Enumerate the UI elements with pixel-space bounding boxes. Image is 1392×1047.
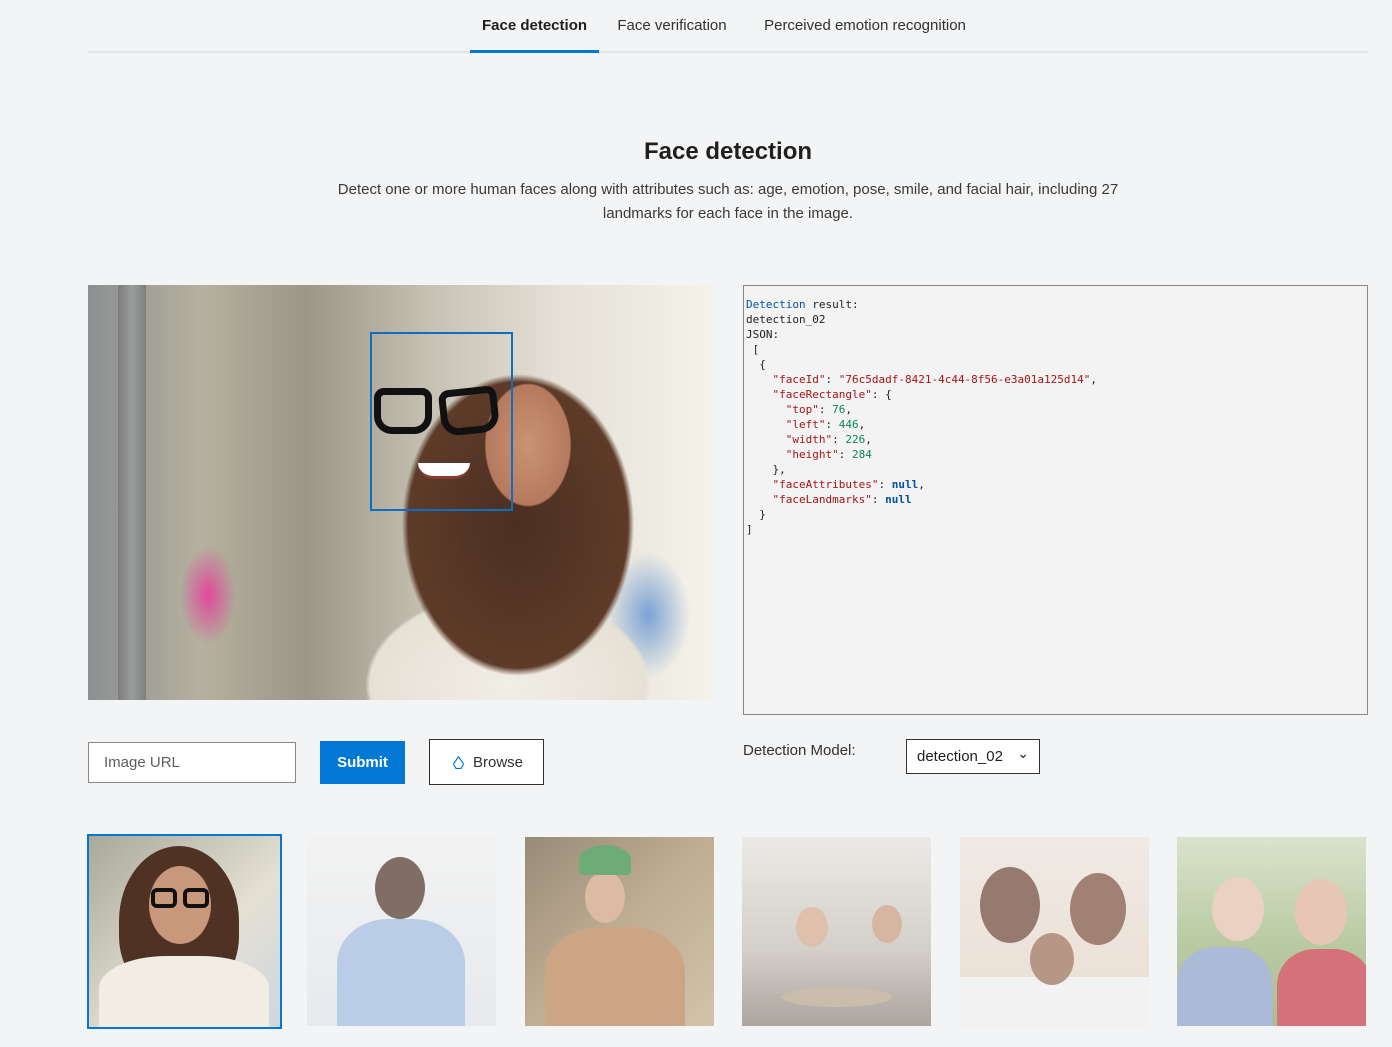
page-title: Face detection (643, 138, 813, 165)
json-key-width: "width" (785, 433, 833, 446)
detection-model-value: detection_02 (917, 748, 1003, 765)
image-url-input[interactable] (88, 742, 296, 783)
json-open-brace: { (746, 358, 766, 371)
json-key-height: "height" (785, 448, 839, 461)
thumbnail-face (1295, 879, 1347, 945)
thumbnail-face (872, 905, 902, 943)
page-description: Detect one or more human faces along wit… (337, 181, 1119, 222)
thumbnail-glasses (151, 888, 177, 908)
detection-model-select[interactable]: detection_02 ⌄ (906, 739, 1040, 774)
json-close-bracket: ] (746, 523, 753, 536)
thumbnail-face (980, 867, 1040, 943)
json-value-facelandmarks: null (885, 493, 912, 506)
json-value-left: 446 (838, 418, 859, 431)
detection-result-panel: Detection result: detection_02 JSON: [ { "… (743, 285, 1368, 715)
json-key-facelandmarks: "faceLandmarks" (772, 493, 872, 506)
analyzed-photo (88, 285, 713, 700)
detection-model-label: Detection Model: (743, 742, 856, 759)
tab-face-verification[interactable]: Face verification (604, 0, 740, 53)
thumbnail-table (782, 987, 892, 1007)
json-key-left: "left" (785, 418, 826, 431)
chevron-down-icon: ⌄ (1017, 745, 1029, 761)
thumbnail-face (1030, 933, 1074, 985)
result-label-rest: result: (805, 298, 859, 311)
sample-thumbnail-5[interactable] (960, 837, 1149, 1026)
tab-perceived-emotion-recognition[interactable]: Perceived emotion recognition (750, 0, 980, 53)
thumbnail-body (337, 919, 465, 1026)
submit-button[interactable]: Submit (320, 741, 405, 784)
thumbnail-body (1177, 947, 1272, 1026)
sample-thumbnail-6[interactable] (1177, 837, 1366, 1026)
thumbnail-body (1277, 949, 1366, 1026)
json-key-facerectangle: "faceRectangle" (772, 388, 872, 401)
result-json-label: JSON: (746, 328, 780, 341)
sample-thumbnail-2[interactable] (307, 837, 496, 1026)
thumbnail-body (545, 927, 685, 1026)
json-key-faceid: "faceId" (772, 373, 826, 386)
thumbnail-face (1212, 877, 1264, 941)
thumbnail-face (1070, 873, 1126, 945)
sample-thumbnail-4[interactable] (742, 837, 931, 1026)
result-label-keyword: Detection (746, 298, 806, 311)
sample-thumbnail-3[interactable] (525, 837, 714, 1026)
thumbnail-glasses (183, 888, 209, 908)
background-pole (118, 285, 146, 700)
thumbnail-face (375, 857, 425, 919)
recycle-upload-icon (452, 755, 465, 769)
json-key-top: "top" (785, 403, 819, 416)
thumbnail-coat (99, 956, 269, 1027)
json-open-bracket: [ (746, 343, 760, 356)
json-value-faceid: "76c5dadf-8421-4c44-8f56-e3a01a125d14" (838, 373, 1091, 386)
json-value-width: 226 (845, 433, 866, 446)
thumbnail-face (796, 907, 828, 947)
json-key-faceattributes: "faceAttributes" (772, 478, 879, 491)
browse-button-label: Browse (472, 753, 524, 771)
face-rectangle-overlay (370, 332, 513, 511)
thumbnail-hardhat (579, 845, 631, 875)
thumbnail-face (585, 871, 625, 923)
browse-button[interactable]: Browse (429, 739, 544, 785)
json-value-height: 284 (851, 448, 872, 461)
json-value-top: 76 (832, 403, 846, 416)
thumbnail-clothing (960, 977, 1149, 1026)
tab-bar: Face detection Face verification Perceiv… (88, 0, 1368, 53)
json-close-brace: } (746, 508, 766, 521)
json-value-faceattributes: null (891, 478, 919, 491)
sample-thumbnail-1[interactable] (87, 834, 282, 1029)
tab-face-detection[interactable]: Face detection (470, 0, 599, 53)
result-model-line: detection_02 (746, 313, 826, 326)
